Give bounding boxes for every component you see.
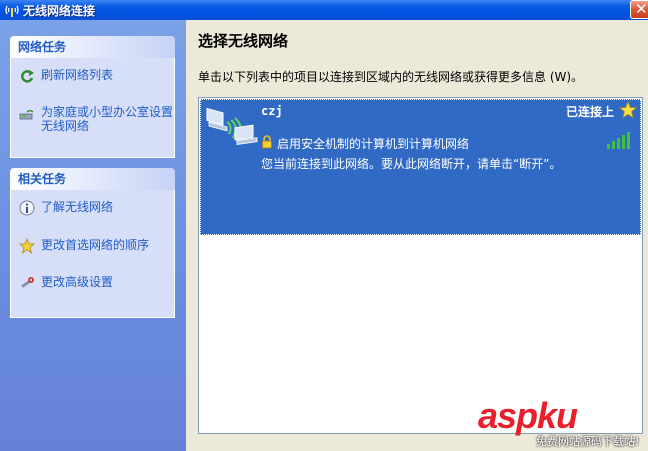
related-tasks-panel: 相关任务 了解无线网络 更改首选网络的顺序 更改高级设置 bbox=[10, 168, 175, 318]
network-item-czj[interactable]: czj 已连接上 启用安全机制的计算机到计算机网络 您当前连接到此网络。要从此网… bbox=[200, 99, 641, 235]
refresh-network-list-link[interactable]: 刷新网络列表 bbox=[19, 68, 169, 88]
watermark-subtitle: 免费网站源码下载站! bbox=[536, 435, 640, 448]
watermark-logo: aspku bbox=[478, 395, 578, 436]
info-icon bbox=[19, 200, 35, 216]
computer-to-computer-icon bbox=[206, 107, 258, 145]
preferred-star-icon bbox=[619, 101, 637, 119]
related-tasks-header[interactable]: 相关任务 bbox=[10, 168, 175, 190]
network-tasks-header[interactable]: 网络任务 bbox=[10, 36, 175, 58]
lock-icon bbox=[262, 135, 272, 149]
change-preferred-order-link[interactable]: 更改首选网络的顺序 bbox=[19, 238, 169, 258]
main-content: 选择无线网络 单击以下列表中的项目以连接到区域内的无线网络或获得更多信息 (W)… bbox=[186, 20, 648, 451]
network-list[interactable]: czj 已连接上 启用安全机制的计算机到计算机网络 您当前连接到此网络。要从此网… bbox=[198, 97, 643, 434]
refresh-network-list-label: 刷新网络列表 bbox=[41, 68, 114, 82]
learn-wireless-link[interactable]: 了解无线网络 bbox=[19, 200, 169, 220]
connection-message: 您当前连接到此网络。要从此网络断开，请单击“断开”。 bbox=[261, 157, 562, 171]
network-tasks-panel: 网络任务 刷新网络列表 为家庭或小型办公室设置无线网络 bbox=[10, 36, 175, 158]
star-icon bbox=[19, 238, 35, 254]
wrench-icon bbox=[21, 277, 34, 288]
setup-wireless-label: 为家庭或小型办公室设置无线网络 bbox=[41, 105, 174, 133]
security-type: 启用安全机制的计算机到计算机网络 bbox=[277, 137, 470, 151]
change-preferred-order-label: 更改首选网络的顺序 bbox=[41, 238, 150, 252]
connection-status: 已连接上 bbox=[565, 105, 614, 119]
page-description: 单击以下列表中的项目以连接到区域内的无线网络或获得更多信息 (W)。 bbox=[198, 70, 584, 84]
setup-wireless-link[interactable]: 为家庭或小型办公室设置无线网络 bbox=[19, 105, 179, 135]
learn-wireless-label: 了解无线网络 bbox=[41, 200, 114, 214]
signal-strength-icon bbox=[607, 132, 630, 149]
change-advanced-settings-label: 更改高级设置 bbox=[41, 275, 114, 289]
refresh-icon bbox=[21, 70, 34, 83]
watermark: aspku 免费网站源码下载站! bbox=[478, 395, 648, 451]
task-pane: 网络任务 刷新网络列表 为家庭或小型办公室设置无线网络 相关任务 了解无线网络 … bbox=[0, 20, 186, 451]
title-bar: 无线网络连接 ✕ bbox=[0, 0, 648, 20]
wireless-setup-icon bbox=[19, 109, 34, 120]
close-icon: ✕ bbox=[635, 0, 648, 18]
wireless-network-icon bbox=[5, 5, 19, 17]
close-button[interactable]: ✕ bbox=[630, 0, 648, 19]
change-advanced-settings-link[interactable]: 更改高级设置 bbox=[19, 275, 169, 295]
window-title: 无线网络连接 bbox=[23, 4, 96, 18]
network-ssid: czj bbox=[261, 104, 283, 118]
page-title: 选择无线网络 bbox=[198, 32, 289, 50]
